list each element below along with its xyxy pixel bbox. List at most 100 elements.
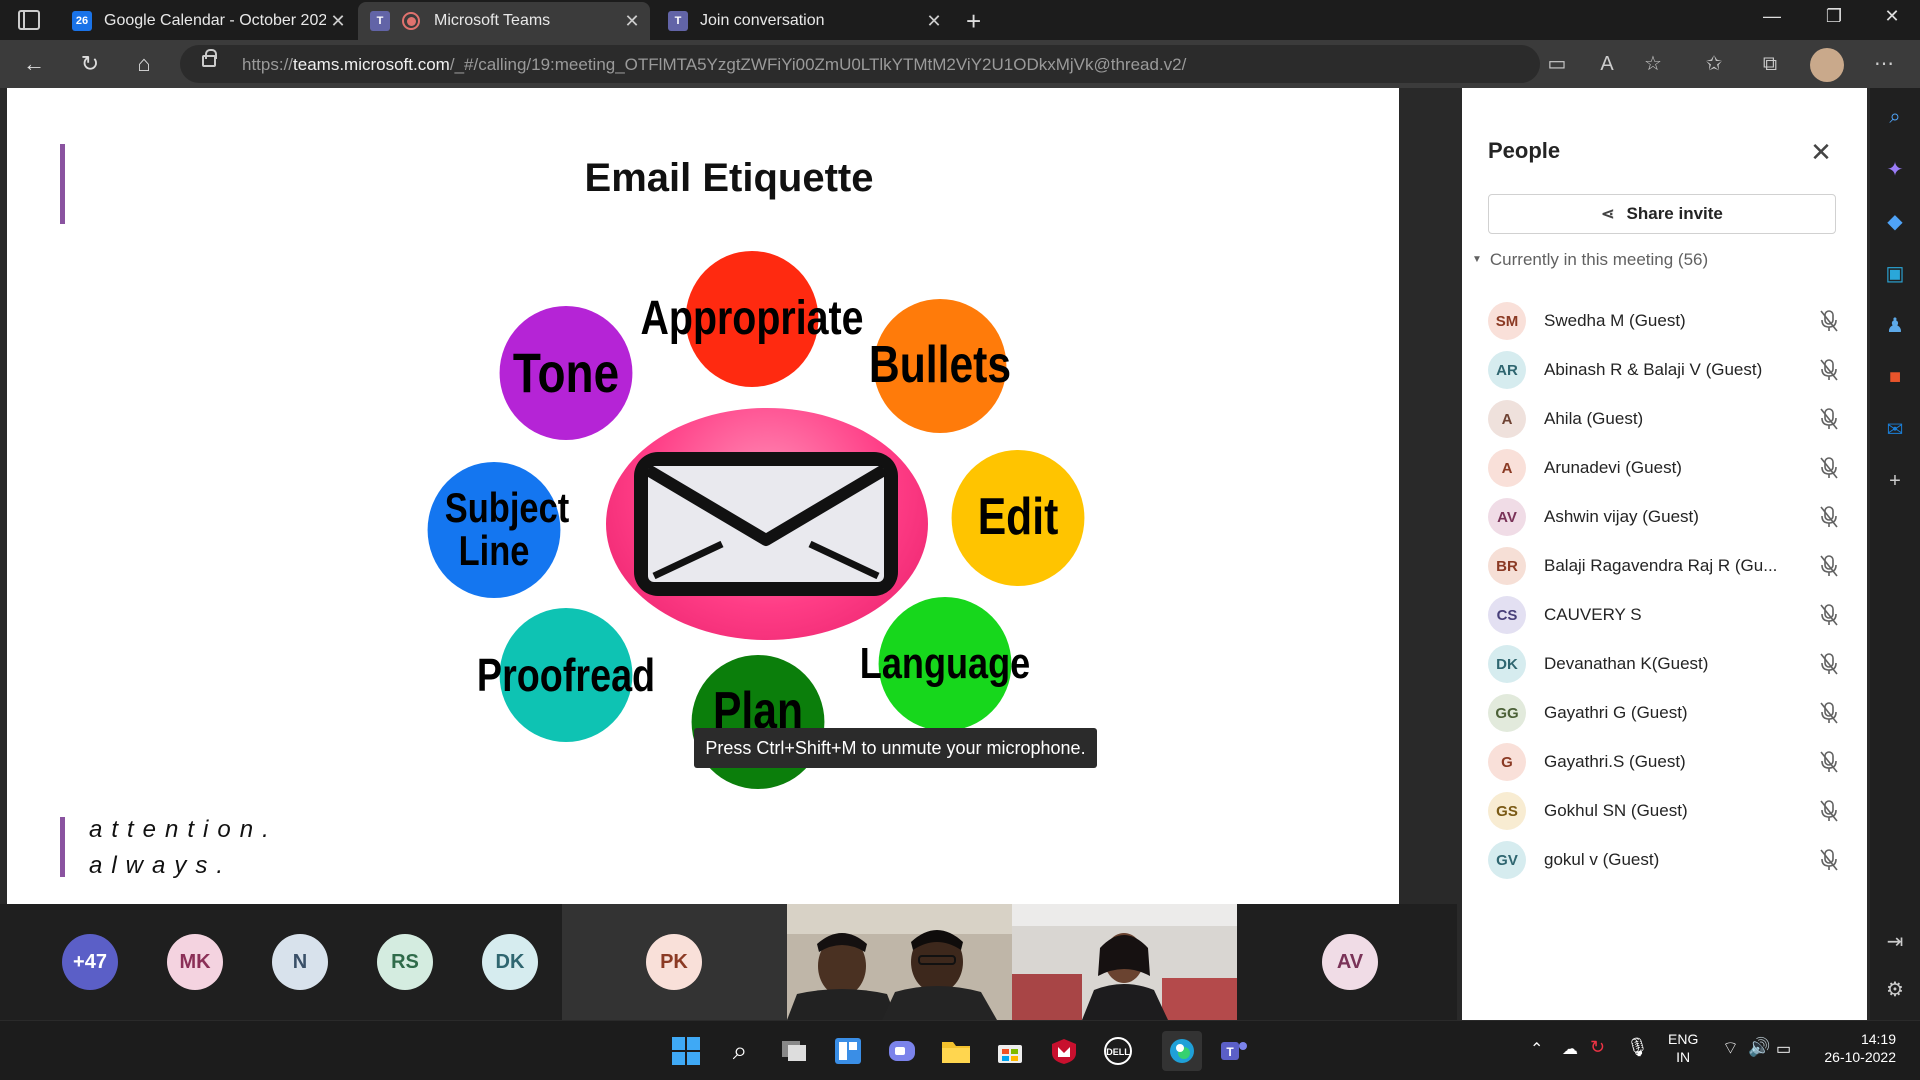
store-icon[interactable] [992, 1033, 1028, 1069]
battery-icon[interactable]: ▭ [1776, 1039, 1791, 1059]
avatar[interactable]: DK [482, 934, 538, 990]
refresh-icon[interactable]: ↻ [74, 48, 106, 80]
tools-icon[interactable]: ▣ [1880, 258, 1910, 288]
file-explorer-icon[interactable] [938, 1033, 974, 1069]
mic-muted-icon [1820, 653, 1838, 675]
close-window-icon[interactable]: ✕ [1872, 6, 1912, 27]
overflow-participants-button[interactable]: +47 [62, 934, 118, 990]
participant-row[interactable]: SM Swedha M (Guest) [1488, 296, 1858, 344]
mic-muted-icon [1820, 604, 1838, 626]
participant-row[interactable]: BR Balaji Ragavendra Raj R (Gu... [1488, 541, 1858, 589]
teams-icon[interactable]: T [1216, 1033, 1252, 1069]
profile-avatar[interactable] [1810, 48, 1844, 82]
participant-video [1012, 904, 1237, 1020]
outlook-icon[interactable]: ✉ [1880, 414, 1910, 444]
task-view-icon[interactable] [776, 1033, 812, 1069]
input-language[interactable]: ENG IN [1668, 1030, 1698, 1066]
tab-microsoft-teams[interactable]: T Microsoft Teams ✕ [358, 2, 650, 40]
participant-row[interactable]: A Arunadevi (Guest) [1488, 443, 1858, 491]
tab-join-conversation[interactable]: T Join conversation ✕ [656, 2, 952, 40]
close-tab-icon[interactable]: ✕ [326, 11, 350, 32]
teams-chat-icon[interactable] [884, 1033, 920, 1069]
edge-sidebar: ⌕ ✦ ◆ ▣ ♟ ■ ✉ + ⇥ ⚙ [1870, 88, 1920, 1020]
envelope-badge [606, 408, 928, 640]
close-tab-icon[interactable]: ✕ [620, 11, 644, 32]
avatar[interactable]: RS [377, 934, 433, 990]
avatar: AR [1488, 351, 1526, 389]
workspaces-icon[interactable] [18, 10, 40, 30]
participant-name: Devanathan K(Guest) [1544, 654, 1709, 673]
copilot-icon[interactable]: ✦ [1880, 154, 1910, 184]
games-icon[interactable]: ♟ [1880, 310, 1910, 340]
start-icon[interactable] [668, 1033, 704, 1069]
chevron-up-icon[interactable]: ⌃ [1530, 1039, 1543, 1059]
back-icon[interactable]: ← [18, 48, 50, 80]
add-icon[interactable]: + [1880, 466, 1910, 496]
participant-row[interactable]: A Ahila (Guest) [1488, 394, 1858, 442]
minimize-icon[interactable]: — [1752, 6, 1792, 27]
favorites-icon[interactable]: ✩ [1698, 48, 1730, 80]
restore-icon[interactable]: ❐ [1814, 6, 1854, 27]
new-tab-icon[interactable]: + [966, 6, 981, 37]
widgets-icon[interactable] [830, 1033, 866, 1069]
participant-row[interactable]: AR Abinash R & Balaji V (Guest) [1488, 345, 1858, 393]
dell-icon[interactable]: DELL [1100, 1033, 1136, 1069]
address-bar[interactable]: https://teams.microsoft.com/_#/calling/1… [180, 45, 1540, 83]
home-icon[interactable]: ⌂ [128, 48, 160, 80]
avatar: GG [1488, 694, 1526, 732]
cloud-icon[interactable]: ☁ [1562, 1039, 1578, 1059]
mic-muted-icon [1820, 800, 1838, 822]
office-icon[interactable]: ■ [1880, 362, 1910, 392]
hide-sidebar-icon[interactable]: ⇥ [1880, 926, 1910, 956]
lock-icon[interactable] [202, 49, 217, 67]
avatar: DK [1488, 645, 1526, 683]
video-tile[interactable] [787, 904, 1012, 1020]
search-icon[interactable]: ⌕ [1880, 102, 1910, 132]
close-panel-icon[interactable]: ✕ [1806, 138, 1836, 168]
wifi-icon[interactable]: ⌔ [1722, 1037, 1739, 1060]
topic-edit: Edit [951, 450, 1085, 586]
tab-google-calendar[interactable]: 26 Google Calendar - October 2022 ✕ [60, 2, 356, 40]
participant-row[interactable]: GS Gokhul SN (Guest) [1488, 786, 1858, 834]
read-aloud-icon[interactable]: A [1591, 48, 1623, 80]
avatar: AV [1488, 498, 1526, 536]
in-meeting-section-header[interactable]: ▼ Currently in this meeting (56) [1472, 250, 1708, 270]
add-favorite-icon[interactable]: ☆ [1637, 48, 1669, 80]
avatar[interactable]: AV [1322, 934, 1378, 990]
slide-title: Email Etiquette [584, 156, 874, 200]
participant-name: Ashwin vijay (Guest) [1544, 507, 1699, 526]
microphone-icon[interactable]: 🎙 [1626, 1037, 1649, 1058]
participant-row[interactable]: DK Devanathan K(Guest) [1488, 639, 1858, 687]
mic-muted-icon [1820, 702, 1838, 724]
participant-row[interactable]: G Gayathri.S (Guest) [1488, 737, 1858, 785]
share-invite-button[interactable]: ⋖ Share invite [1488, 194, 1836, 234]
browser-tab-strip: 26 Google Calendar - October 2022 ✕ T Mi… [0, 0, 1920, 40]
mcafee-icon[interactable] [1046, 1033, 1082, 1069]
video-tile[interactable] [1012, 904, 1237, 1020]
search-icon[interactable]: ⌕ [722, 1033, 758, 1069]
teams-meeting-stage: Email Etiquette Appropriate Tone Bullets… [0, 88, 1870, 1020]
participant-name: gokul v (Guest) [1544, 850, 1660, 869]
camera-icon[interactable]: ▭ [1541, 48, 1573, 80]
avatar: SM [1488, 302, 1526, 340]
edge-browser-icon[interactable] [1162, 1031, 1202, 1071]
participant-row[interactable]: GG Gayathri G (Guest) [1488, 688, 1858, 736]
participant-row[interactable]: GV gokul v (Guest) [1488, 835, 1858, 883]
tab-title: Microsoft Teams [434, 12, 551, 29]
navigation-bar: ← ↻ ⌂ https://teams.microsoft.com/_#/cal… [0, 40, 1920, 88]
volume-icon[interactable]: 🔊 [1748, 1037, 1770, 1058]
avatar[interactable]: N [272, 934, 328, 990]
close-tab-icon[interactable]: ✕ [922, 11, 946, 32]
more-options-icon[interactable]: ⋯ [1868, 48, 1900, 80]
participant-row[interactable]: CS CAUVERY S [1488, 590, 1858, 638]
clock[interactable]: 14:19 26-10-2022 [1816, 1030, 1896, 1066]
collections-icon[interactable]: ⧉ [1754, 48, 1786, 80]
avatar[interactable]: PK [646, 934, 702, 990]
update-icon[interactable]: ↻ [1590, 1037, 1605, 1058]
participant-row[interactable]: AV Ashwin vijay (Guest) [1488, 492, 1858, 540]
participant-name: Gayathri.S (Guest) [1544, 752, 1686, 771]
gear-icon[interactable]: ⚙ [1880, 974, 1910, 1004]
shopping-icon[interactable]: ◆ [1880, 206, 1910, 236]
mic-muted-icon [1820, 457, 1838, 479]
avatar[interactable]: MK [167, 934, 223, 990]
